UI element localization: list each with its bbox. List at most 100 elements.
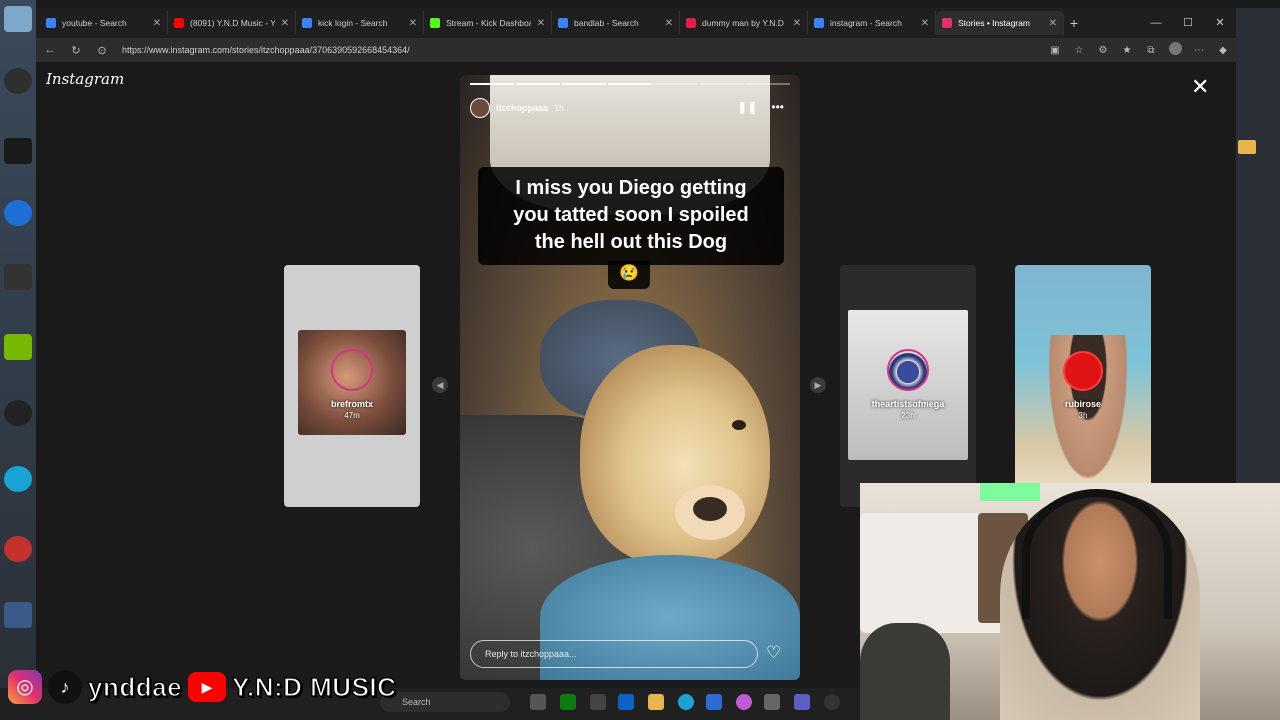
copilot-icon[interactable]: ◆	[1216, 45, 1230, 56]
bandlab-icon	[686, 18, 696, 28]
geforce-experience-icon[interactable]	[4, 334, 32, 360]
story-viewer[interactable]: itzchoppaaa 1h ❚❚ ••• I miss you Diego g…	[460, 75, 800, 680]
address-bar: ← ↻ ⊙ https://www.instagram.com/stories/…	[36, 38, 1236, 62]
copilot-taskbar-icon[interactable]	[736, 694, 752, 710]
close-icon[interactable]: ✕	[409, 18, 417, 29]
tab-title: (8091) Y.N.D Music - You	[190, 18, 275, 28]
xbox-icon[interactable]	[560, 694, 576, 710]
close-icon[interactable]: ✕	[153, 18, 161, 29]
tab-youtube-search[interactable]: youtube - Search ✕	[40, 11, 168, 35]
minimize-button[interactable]: —	[1140, 8, 1172, 38]
caption-line: you tatted soon I spoiled	[513, 204, 749, 226]
outlook-icon[interactable]	[618, 694, 634, 710]
site-info-icon[interactable]: ⊙	[94, 44, 110, 57]
edge-icon[interactable]	[4, 466, 32, 492]
tab-ynd-music[interactable]: (8091) Y.N.D Music - You ✕	[168, 11, 296, 35]
progress-segment	[700, 83, 744, 85]
search-icon	[46, 18, 56, 28]
tab-instagram-search[interactable]: instagram - Search ✕	[808, 11, 936, 35]
story-preview-theartistsofmega[interactable]: theartistsofmega 23h	[840, 265, 976, 507]
recycle-bin-icon[interactable]	[4, 6, 32, 32]
close-icon[interactable]: ✕	[921, 18, 929, 29]
previous-story-arrow-icon[interactable]: ◀	[432, 377, 448, 393]
profile-avatar[interactable]	[1168, 42, 1182, 58]
maximize-button[interactable]: ☐	[1172, 8, 1204, 38]
webcam-window-light	[980, 483, 1040, 501]
story-preview-time: 23h	[901, 411, 915, 420]
close-stories-button[interactable]: ✕	[1191, 74, 1209, 100]
favorite-star-icon[interactable]: ☆	[1072, 45, 1086, 56]
progress-segment	[562, 83, 606, 85]
edge-taskbar-icon[interactable]	[678, 694, 694, 710]
logitech-icon[interactable]	[4, 400, 32, 426]
back-arrow-icon[interactable]: ←	[42, 44, 58, 56]
search-icon	[814, 18, 824, 28]
next-story-arrow-icon[interactable]: ▶	[810, 377, 826, 393]
tab-title: Stream - Kick Dashboard	[446, 18, 531, 28]
story-username[interactable]: itzchoppaaa	[496, 103, 548, 113]
progress-segment	[608, 83, 652, 85]
youtube-icon	[174, 18, 184, 28]
tab-kick-dashboard[interactable]: Stream - Kick Dashboard ✕	[424, 11, 552, 35]
taskbar-search[interactable]: Search	[380, 692, 510, 712]
refresh-icon[interactable]: ↻	[68, 44, 84, 57]
pause-icon[interactable]: ❚❚	[737, 100, 757, 114]
story-controls: ❚❚ •••	[737, 100, 784, 114]
progress-segment	[654, 83, 698, 85]
store-icon[interactable]	[706, 694, 722, 710]
story-preview-username: theartistsofmega	[871, 399, 945, 409]
story-preview-brefromtx[interactable]: brefromtx 47m	[284, 265, 420, 507]
headset-icon	[1022, 489, 1172, 619]
tab-title: bandlab - Search	[574, 18, 639, 28]
tiktok-handle: ynddae	[87, 671, 183, 702]
tab-kick-login[interactable]: kick login - Search ✕	[296, 11, 424, 35]
epic-games-taskbar-icon[interactable]	[590, 694, 606, 710]
search-icon	[302, 18, 312, 28]
webcam-plant	[860, 623, 950, 720]
task-view-icon[interactable]	[530, 694, 546, 710]
tab-stories-instagram[interactable]: Stories • Instagram ✕	[936, 11, 1064, 35]
new-tab-button[interactable]: +	[1064, 15, 1084, 31]
calculator-icon[interactable]	[764, 694, 780, 710]
close-icon[interactable]: ✕	[1049, 18, 1057, 29]
instagram-icon	[942, 18, 952, 28]
instagram-logo[interactable]: Instagram	[46, 70, 124, 88]
progress-segment	[470, 83, 514, 85]
close-icon[interactable]: ✕	[537, 18, 545, 29]
social-overlay: ◎ ♪ ynddae ▶ Y.N:D MUSIC	[8, 669, 397, 705]
obs-taskbar-icon[interactable]	[824, 694, 840, 710]
close-icon[interactable]: ✕	[281, 18, 289, 29]
webcam-overlay	[860, 483, 1280, 720]
folder-icon[interactable]	[1238, 140, 1256, 154]
extensions-icon[interactable]: ⚙	[1096, 45, 1110, 56]
collections-icon[interactable]: ⧉	[1144, 45, 1158, 56]
heart-icon[interactable]: ♡	[766, 643, 781, 663]
dog-nose	[693, 497, 727, 521]
desktop-icons-strip	[0, 0, 36, 720]
menu-dots-icon[interactable]: ⋯	[1192, 45, 1206, 56]
story-ring-avatar	[887, 349, 929, 391]
opera-gx-icon[interactable]	[4, 536, 32, 562]
battlenet-icon[interactable]	[4, 200, 32, 226]
story-ring-avatar	[1063, 351, 1103, 391]
favorites-icon[interactable]: ★	[1120, 45, 1134, 56]
progress-segment	[516, 83, 560, 85]
epic-games-icon[interactable]	[4, 264, 32, 290]
story-preview-rubirose[interactable]: rubirose 3h	[1015, 265, 1151, 507]
app-available-icon[interactable]: ▣	[1048, 45, 1062, 56]
voicemod-icon[interactable]	[4, 138, 32, 164]
close-icon[interactable]: ✕	[793, 18, 801, 29]
close-icon[interactable]: ✕	[665, 18, 673, 29]
close-window-button[interactable]: ✕	[1204, 8, 1236, 38]
tab-dummy-man[interactable]: dummy man by Y.N.D | ✕	[680, 11, 808, 35]
file-explorer-icon[interactable]	[648, 694, 664, 710]
avatar[interactable]	[470, 98, 490, 118]
police-sim-icon[interactable]	[4, 602, 32, 628]
teams-icon[interactable]	[794, 694, 810, 710]
obs-icon[interactable]	[4, 68, 32, 94]
url-field[interactable]: https://www.instagram.com/stories/itzcho…	[122, 45, 410, 55]
tab-bandlab-search[interactable]: bandlab - Search ✕	[552, 11, 680, 35]
reply-input[interactable]: Reply to itzchoppaaa...	[470, 640, 758, 668]
story-image-dog	[580, 345, 770, 565]
more-options-icon[interactable]: •••	[771, 100, 784, 114]
